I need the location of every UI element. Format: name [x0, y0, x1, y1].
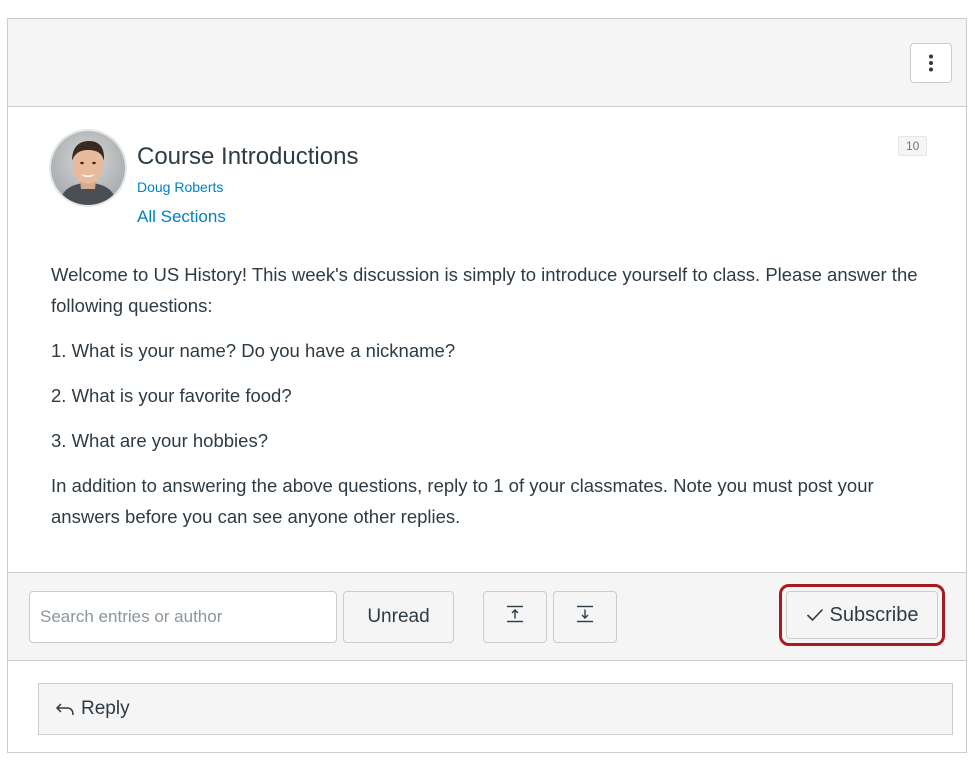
message-question: 2. What is your favorite food? — [51, 385, 292, 406]
discussion-header-bar — [8, 19, 966, 107]
options-menu-button[interactable] — [910, 43, 952, 83]
check-icon — [806, 608, 824, 622]
subscribe-label: Subscribe — [829, 603, 919, 626]
discussion-message: Welcome to US History! This week's discu… — [51, 259, 931, 546]
author-avatar[interactable] — [51, 131, 125, 205]
reply-button[interactable]: Reply — [38, 683, 953, 735]
kebab-menu-icon — [928, 54, 934, 72]
message-question: 3. What are your hobbies? — [51, 430, 268, 451]
author-name-link[interactable]: Doug Roberts — [137, 179, 223, 195]
expand-threads-button[interactable] — [553, 591, 617, 643]
sections-link[interactable]: All Sections — [137, 207, 226, 227]
reply-label: Reply — [81, 698, 130, 719]
expand-threads-icon — [575, 605, 595, 629]
message-intro: Welcome to US History! This week's discu… — [51, 264, 918, 316]
reply-arrow-icon — [55, 701, 75, 717]
subscribe-button[interactable]: Subscribe — [786, 591, 938, 639]
discussion-title: Course Introductions — [137, 143, 359, 170]
message-question: 1. What is your name? Do you have a nick… — [51, 340, 456, 361]
search-input[interactable] — [29, 591, 337, 643]
reply-count-badge: 10 — [898, 136, 928, 156]
collapse-threads-icon — [505, 605, 525, 629]
unread-filter-button[interactable]: Unread — [343, 591, 454, 643]
collapse-threads-button[interactable] — [483, 591, 547, 643]
message-closing: In addition to answering the above quest… — [51, 475, 874, 527]
discussion-card: Course Introductions Doug Roberts All Se… — [7, 18, 967, 753]
discussion-toolbar: Unread — [8, 572, 966, 661]
